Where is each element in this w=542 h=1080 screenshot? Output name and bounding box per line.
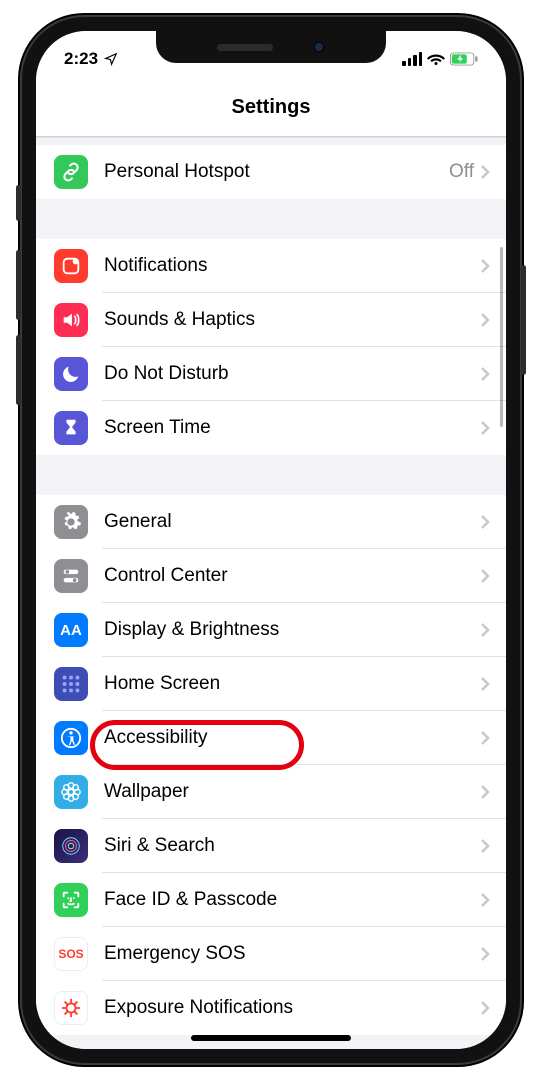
row-label: Personal Hotspot [104, 161, 449, 183]
phone-frame: 2:23 Settings [20, 15, 522, 1065]
chevron-right-icon [480, 946, 490, 962]
row-screen-time[interactable]: Screen Time [36, 401, 506, 455]
volume-down-button [16, 335, 21, 405]
chevron-right-icon [480, 312, 490, 328]
front-camera [313, 41, 325, 53]
row-label: Wallpaper [104, 781, 480, 803]
speaker-icon [54, 303, 88, 337]
moon-icon [54, 357, 88, 391]
row-wallpaper[interactable]: Wallpaper [36, 765, 506, 819]
scroll-indicator [500, 247, 503, 427]
chevron-right-icon [480, 1000, 490, 1016]
settings-list[interactable]: Personal Hotspot Off Notifications [36, 137, 506, 1049]
location-icon [104, 52, 118, 66]
row-notifications[interactable]: Notifications [36, 239, 506, 293]
chevron-right-icon [480, 730, 490, 746]
flower-icon [54, 775, 88, 809]
mute-switch [16, 185, 21, 221]
row-general[interactable]: General [36, 495, 506, 549]
wifi-icon [427, 50, 445, 68]
row-label: Sounds & Haptics [104, 309, 480, 331]
row-label: Emergency SOS [104, 943, 480, 965]
accessibility-icon [54, 721, 88, 755]
chevron-right-icon [480, 622, 490, 638]
hourglass-icon [54, 411, 88, 445]
row-label: Notifications [104, 255, 480, 277]
notch [156, 31, 386, 63]
row-label: Screen Time [104, 417, 480, 439]
row-display-brightness[interactable]: AA Display & Brightness [36, 603, 506, 657]
grid-icon [54, 667, 88, 701]
row-face-id-passcode[interactable]: Face ID & Passcode [36, 873, 506, 927]
row-home-screen[interactable]: Home Screen [36, 657, 506, 711]
chevron-right-icon [480, 892, 490, 908]
chevron-right-icon [480, 838, 490, 854]
row-label: Face ID & Passcode [104, 889, 480, 911]
chevron-right-icon [480, 568, 490, 584]
row-emergency-sos[interactable]: SOS Emergency SOS [36, 927, 506, 981]
virus-icon [54, 991, 88, 1025]
screen: 2:23 Settings [36, 31, 506, 1049]
row-value: Off [449, 161, 474, 183]
chevron-right-icon [480, 676, 490, 692]
row-exposure-notifications[interactable]: Exposure Notifications [36, 981, 506, 1035]
volume-up-button [16, 250, 21, 320]
chevron-right-icon [480, 164, 490, 180]
row-siri-search[interactable]: Siri & Search [36, 819, 506, 873]
toggles-icon [54, 559, 88, 593]
row-control-center[interactable]: Control Center [36, 549, 506, 603]
row-label: Siri & Search [104, 835, 480, 857]
row-do-not-disturb[interactable]: Do Not Disturb [36, 347, 506, 401]
page-title: Settings [232, 96, 311, 119]
chevron-right-icon [480, 366, 490, 382]
cellular-signal-icon [402, 52, 422, 66]
nav-bar: Settings [36, 79, 506, 137]
row-label: General [104, 511, 480, 533]
notification-icon [54, 249, 88, 283]
home-indicator[interactable] [191, 1035, 351, 1041]
row-accessibility[interactable]: Accessibility [36, 711, 506, 765]
aa-icon: AA [54, 613, 88, 647]
battery-charging-icon [450, 52, 478, 66]
row-label: Display & Brightness [104, 619, 480, 641]
status-time: 2:23 [64, 49, 98, 69]
chevron-right-icon [480, 258, 490, 274]
chevron-right-icon [480, 514, 490, 530]
row-label: Accessibility [104, 727, 480, 749]
row-sounds-haptics[interactable]: Sounds & Haptics [36, 293, 506, 347]
row-label: Home Screen [104, 673, 480, 695]
face-icon [54, 883, 88, 917]
row-personal-hotspot[interactable]: Personal Hotspot Off [36, 145, 506, 199]
siri-icon [54, 829, 88, 863]
gear-icon [54, 505, 88, 539]
row-label: Control Center [104, 565, 480, 587]
row-label: Exposure Notifications [104, 997, 480, 1019]
power-button [521, 265, 526, 375]
chevron-right-icon [480, 420, 490, 436]
chevron-right-icon [480, 784, 490, 800]
row-label: Do Not Disturb [104, 363, 480, 385]
earpiece-speaker [217, 44, 273, 51]
link-icon [54, 155, 88, 189]
sos-icon: SOS [54, 937, 88, 971]
